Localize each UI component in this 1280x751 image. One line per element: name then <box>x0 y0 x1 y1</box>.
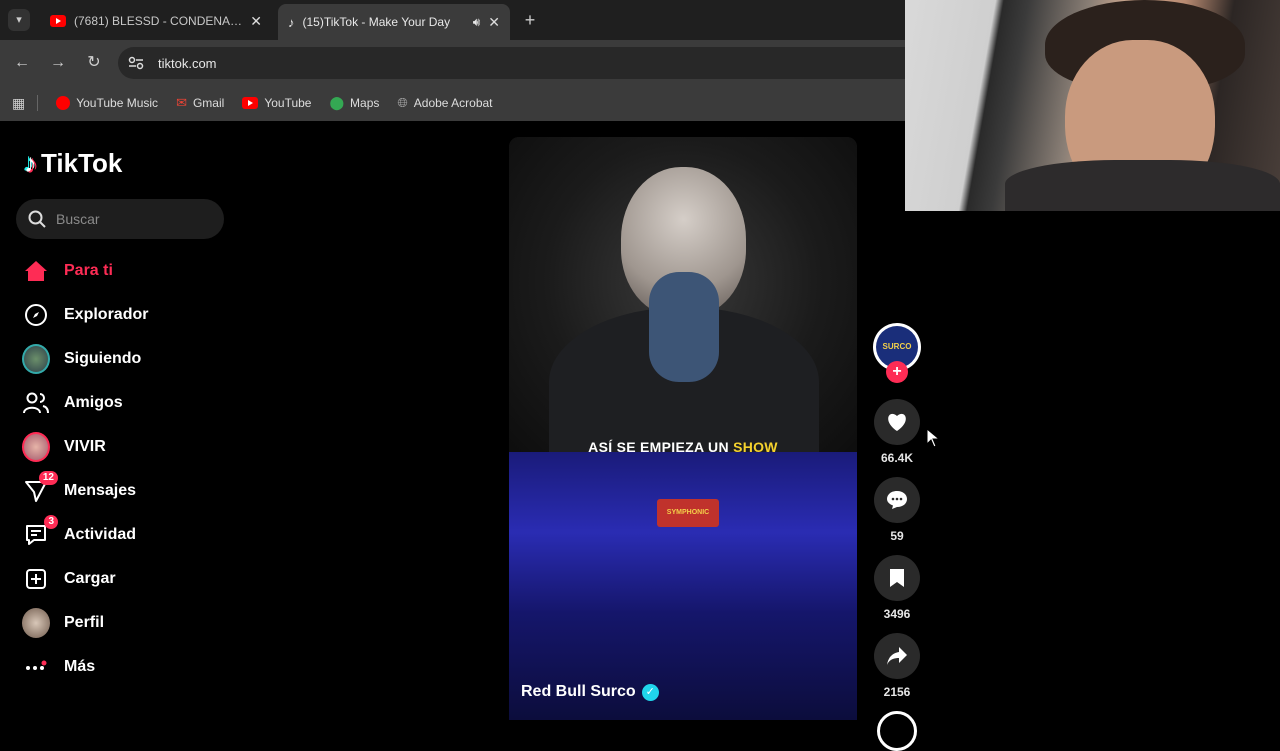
tiktok-note-icon: ♪ <box>24 148 37 178</box>
youtube-icon <box>50 15 66 27</box>
save-count: 3496 <box>883 607 911 621</box>
compass-icon <box>22 301 50 329</box>
new-tab-button[interactable]: + <box>518 8 542 32</box>
share-action[interactable]: 2156 <box>873 633 921 699</box>
tab-youtube[interactable]: (7681) BLESSD - CONDENADO ✕ <box>40 6 272 36</box>
nav-para-ti[interactable]: Para ti <box>22 256 113 286</box>
next-video-avatar[interactable] <box>877 711 917 751</box>
mouse-cursor-icon <box>926 428 940 448</box>
webcam-person-shirt <box>1005 160 1280 211</box>
video-player[interactable]: ASÍ SE EMPIEZA UN SHOW SYMPHONIC Red Bul… <box>509 137 857 720</box>
search-icon <box>28 210 46 228</box>
comment-count: 59 <box>890 529 904 543</box>
video-performer-hands <box>649 272 719 382</box>
messages-icon: 12 <box>22 471 58 505</box>
nav-mensajes[interactable]: 12 Mensajes <box>22 471 136 506</box>
nav-siguiendo[interactable]: Siguiendo <box>22 344 141 374</box>
tab-search-button[interactable]: ▾ <box>8 9 30 31</box>
tiktok-icon: ♪ <box>288 14 295 30</box>
youtube-music-icon <box>56 96 71 110</box>
speaker-icon[interactable]: 🔊︎ <box>473 15 481 30</box>
tab-title: (15)TikTok - Make Your Day <box>302 15 451 29</box>
nav-explorador[interactable]: Explorador <box>22 300 148 330</box>
close-icon[interactable]: ✕ <box>488 14 500 31</box>
profile-avatar-icon <box>22 608 50 638</box>
video-author[interactable]: Red Bull Surco ✓ <box>521 683 659 701</box>
caption-highlight: SHOW <box>733 439 778 455</box>
upload-icon <box>22 565 50 593</box>
bookmark-youtube[interactable]: YouTube <box>242 96 311 110</box>
nav-perfil[interactable]: Perfil <box>22 608 104 638</box>
back-button[interactable]: ← <box>9 50 35 76</box>
comment-button[interactable] <box>874 477 920 523</box>
nav-vivir[interactable]: VIVIR <box>22 432 106 462</box>
bookmarks-bar: ▦ YouTube Music ✉ Gmail YouTube ⬤ Maps 🌐︎ A… <box>0 85 905 121</box>
apps-grid-icon[interactable]: ▦ <box>12 95 25 112</box>
live-avatar-icon <box>22 432 50 462</box>
heart-icon <box>888 413 906 431</box>
follow-button[interactable]: + <box>886 361 908 383</box>
more-icon <box>22 653 50 681</box>
divider <box>37 95 39 111</box>
bookmark-youtube-music[interactable]: YouTube Music <box>56 96 158 110</box>
youtube-icon <box>242 97 259 109</box>
verified-icon: ✓ <box>641 683 659 701</box>
messages-badge: 12 <box>38 471 58 485</box>
webcam-overlay <box>905 0 1280 211</box>
close-icon[interactable]: ✕ <box>250 13 262 30</box>
share-button[interactable] <box>874 633 920 679</box>
like-button[interactable] <box>874 399 920 445</box>
gmail-icon: ✉ <box>176 95 187 110</box>
tab-title: (7681) BLESSD - CONDENADO <box>74 14 243 28</box>
comment-action[interactable]: 59 <box>873 477 921 543</box>
search-box[interactable] <box>16 199 224 239</box>
video-caption: ASÍ SE EMPIEZA UN SHOW <box>588 439 778 455</box>
globe-icon: 🌐︎ <box>397 95 408 110</box>
url-text: tiktok.com <box>158 55 217 71</box>
stage-logo: SYMPHONIC <box>657 499 719 527</box>
address-bar[interactable]: tiktok.com <box>118 47 905 79</box>
comment-icon <box>887 491 907 509</box>
bookmark-gmail[interactable]: ✉ Gmail <box>176 95 224 111</box>
tab-tiktok[interactable]: ♪ (15)TikTok - Make Your Day 🔊︎ ✕ <box>278 4 510 40</box>
share-arrow-icon <box>887 647 907 665</box>
tiktok-logo[interactable]: ♪ TikTok <box>24 148 122 179</box>
share-count: 2156 <box>883 685 911 699</box>
video-orchestra-stage <box>509 452 857 720</box>
activity-badge: 3 <box>44 515 58 529</box>
bookmark-maps[interactable]: ⬤ Maps <box>329 95 379 111</box>
nav-mas[interactable]: Más <box>22 652 95 682</box>
nav-actividad[interactable]: 3 Actividad <box>22 515 136 550</box>
reload-button[interactable]: ↻ <box>81 50 107 76</box>
save-button[interactable] <box>874 555 920 601</box>
like-action[interactable]: 66.4K <box>873 399 921 465</box>
bookmark-icon <box>890 569 904 587</box>
forward-button[interactable]: → <box>45 50 71 76</box>
nav-amigos[interactable]: Amigos <box>22 388 123 418</box>
avatar-icon <box>22 344 50 374</box>
activity-icon: 3 <box>22 515 58 549</box>
search-input[interactable] <box>56 211 206 227</box>
save-action[interactable]: 3496 <box>873 555 921 621</box>
maps-pin-icon: ⬤ <box>329 95 345 110</box>
friends-icon <box>22 389 50 417</box>
bookmark-adobe-acrobat[interactable]: 🌐︎ Adobe Acrobat <box>397 95 492 111</box>
site-settings-icon[interactable] <box>128 56 144 70</box>
nav-cargar[interactable]: Cargar <box>22 564 116 594</box>
home-icon <box>22 257 50 285</box>
like-count: 66.4K <box>880 451 914 465</box>
